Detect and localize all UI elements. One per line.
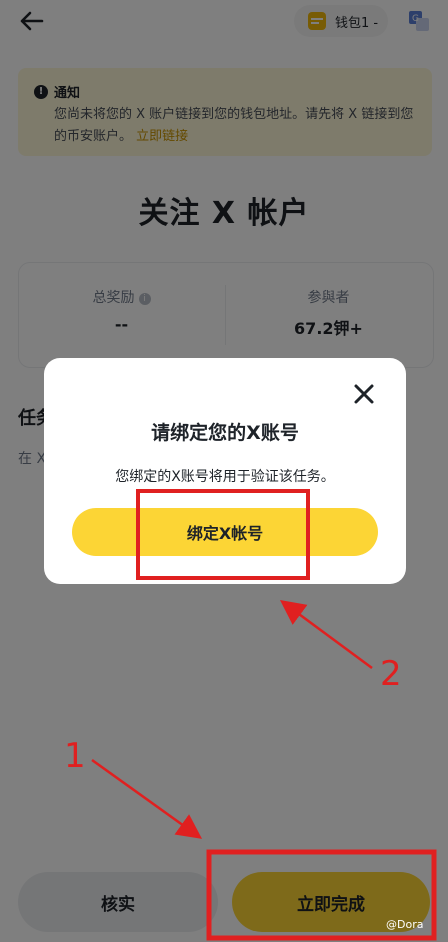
page: 钱包1 - G ! 通知 您尚未将您的 X 账户链接到您的钱包地址。请先将 X … [0,0,448,942]
annotation-number-2: 2 [380,654,402,694]
watermark: @Dora [386,918,424,931]
highlight-box-bind [136,489,310,580]
arrow-1 [91,758,203,839]
annotation-number-1: 1 [64,736,86,776]
annotation-layer [91,489,437,941]
arrow-2 [279,600,373,670]
